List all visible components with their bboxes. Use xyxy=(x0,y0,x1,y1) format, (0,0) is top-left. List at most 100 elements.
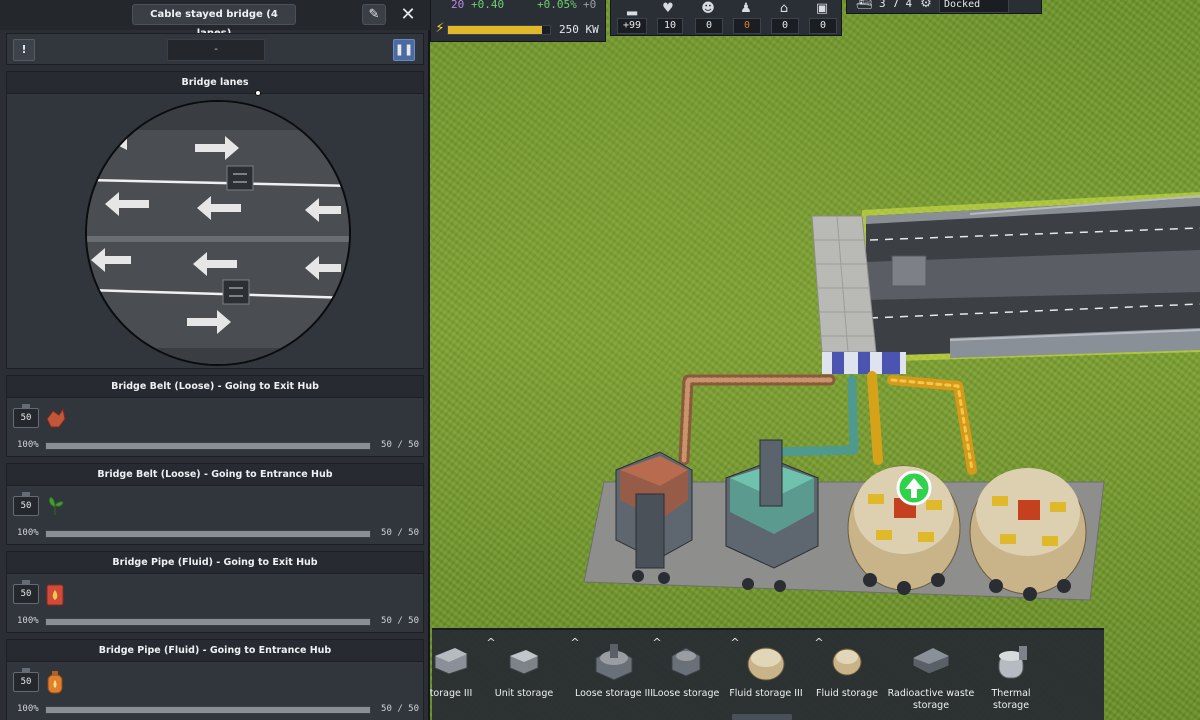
lanes-diagram xyxy=(87,102,349,364)
pin-icon[interactable]: ✎ xyxy=(362,4,386,25)
hud-stat-c: +0.05% xyxy=(537,0,577,11)
buffer-bar xyxy=(45,618,371,626)
health-value: 10 xyxy=(657,18,683,34)
buffer-quantity: 50 / 50 xyxy=(373,440,419,450)
buffer-bar xyxy=(45,530,371,538)
buffer-quantity: 50 / 50 xyxy=(373,528,419,538)
food-icon: ▂ xyxy=(627,1,637,16)
bridge-lanes-header: Bridge lanes xyxy=(7,72,423,94)
game-viewport[interactable] xyxy=(430,0,1200,720)
buffer-bar-fill xyxy=(46,443,370,449)
ship-status[interactable]: Docked xyxy=(939,0,1009,13)
buffer-current: 50 xyxy=(381,528,392,538)
quantity-stepper[interactable]: 50 xyxy=(13,580,39,604)
build-item-loose-storage-iii[interactable]: ^ Loose storage III xyxy=(568,630,660,720)
upgrade-caret-icon: ^ xyxy=(652,636,662,649)
housing-value: 0 xyxy=(771,18,799,34)
build-item-label: torage III xyxy=(429,688,473,699)
lane-direction-toggle[interactable] xyxy=(226,165,254,191)
power-bar-fill xyxy=(448,26,542,34)
port-section-1: Bridge Belt (Loose) - Going to Exit Hub … xyxy=(6,375,424,457)
quantity-stepper[interactable]: 50 xyxy=(13,492,39,516)
hud-population-bar: ▂ ♥ ☻ ♟ ⌂ ▣ +99 10 0 0 0 0 xyxy=(610,0,842,36)
loose-plant-icon xyxy=(43,493,67,519)
build-item-fluid-storage[interactable]: ^ Fluid storage xyxy=(812,630,882,720)
port-header: Bridge Pipe (Fluid) - Going to Exit Hub xyxy=(7,552,423,574)
ship-value: 3 7 4 xyxy=(879,0,913,10)
panel-toolbar: ! - ❚❚ xyxy=(6,33,424,65)
build-item-label: Thermal storage xyxy=(991,688,1031,711)
hud-stat-b: +0.40 xyxy=(471,0,505,11)
build-item-label: Loose storage III xyxy=(574,688,654,699)
quantity-stepper[interactable]: 50 xyxy=(13,404,39,428)
power-bar[interactable] xyxy=(447,25,551,35)
fill-percent: 100% xyxy=(17,616,39,626)
build-item-loose-storage[interactable]: ^ Loose storage xyxy=(650,630,722,720)
title-bar[interactable]: Cable stayed bridge (4 lanes) ✎ ✕ xyxy=(0,0,430,39)
bridge-highway[interactable] xyxy=(862,192,1200,362)
hud-stats-bar: 20 +0.40 +0.05% +0 ⚡ 250 KW xyxy=(430,0,606,42)
fill-percent: 100% xyxy=(17,440,39,450)
port-header: Bridge Belt (Loose) - Going to Exit Hub xyxy=(7,376,423,398)
build-item-label: Loose storage xyxy=(652,688,720,699)
red-fuel-canister-icon xyxy=(43,581,67,607)
upgrade-caret-icon: ^ xyxy=(570,636,580,649)
port-section-4: Bridge Pipe (Fluid) - Going to Entrance … xyxy=(6,639,424,720)
health-icon: ♥ xyxy=(662,1,674,16)
buffer-bar xyxy=(45,706,371,714)
bridge-lanes-preview[interactable] xyxy=(85,100,351,366)
port-section-3: Bridge Pipe (Fluid) - Going to Exit Hub … xyxy=(6,551,424,633)
mouse-cursor xyxy=(255,90,261,96)
build-item-unit-storage[interactable]: ^ Unit storage xyxy=(484,630,564,720)
build-item-storage-iii[interactable]: torage III xyxy=(426,630,476,720)
build-item-fluid-storage-iii[interactable]: ^ Fluid storage III xyxy=(728,630,804,720)
build-toolbar: torage III ^ Unit storage ^ Loose storag… xyxy=(430,628,1104,720)
hud-stat-d: +0 xyxy=(583,0,597,11)
status-gear-icon: ⚙ xyxy=(920,0,932,11)
close-icon[interactable]: ✕ xyxy=(396,4,420,25)
conveyor-belts[interactable] xyxy=(678,371,977,475)
buffer-current: 50 xyxy=(381,704,392,714)
build-item-thermal-storage[interactable]: Thermal storage xyxy=(972,630,1050,720)
buffer-max: / 50 xyxy=(397,440,419,450)
build-item-label: Unit storage xyxy=(494,688,554,699)
housing-icon: ⌂ xyxy=(779,1,789,16)
hud-stat-a: 20 xyxy=(451,0,465,11)
port-header: Bridge Belt (Loose) - Going to Entrance … xyxy=(7,464,423,486)
bridge-lanes-section: Bridge lanes xyxy=(6,71,424,369)
buffer-quantity: 50 / 50 xyxy=(373,704,419,714)
unity-icon: ♟ xyxy=(740,1,752,16)
workers-icon: ☻ xyxy=(701,1,715,16)
buffer-current: 50 xyxy=(381,440,392,450)
upgrade-caret-icon: ^ xyxy=(486,636,496,649)
buffer-current: 50 xyxy=(381,616,392,626)
unity-value: 0 xyxy=(733,18,761,34)
workers-value: 0 xyxy=(695,18,723,34)
vehicles-icon: ▣ xyxy=(815,1,829,16)
upgrade-arrow-icon[interactable] xyxy=(896,470,932,506)
lane-direction-toggle-2[interactable] xyxy=(222,279,250,305)
toolbar-drag-handle[interactable] xyxy=(732,714,792,720)
fill-percent: 100% xyxy=(17,528,39,538)
buffer-max: / 50 xyxy=(397,528,419,538)
bridge-inspector-panel: Cable stayed bridge (4 lanes) ✎ ✕ ! - ❚❚… xyxy=(0,0,430,720)
pause-icon[interactable]: ❚❚ xyxy=(393,39,415,61)
upgrade-caret-icon: ^ xyxy=(814,636,824,649)
build-item-label: Radioactive waste storage xyxy=(887,688,975,711)
quantity-stepper[interactable]: 50 xyxy=(13,668,39,692)
fill-percent: 100% xyxy=(17,704,39,714)
buffer-max: / 50 xyxy=(397,704,419,714)
hud-ship-bar: ⛴ 3 7 4 ⚙ Docked xyxy=(846,0,1042,14)
upgrade-caret-icon: ^ xyxy=(730,636,740,649)
window-title: Cable stayed bridge (4 lanes) xyxy=(132,4,296,39)
loose-rock-icon xyxy=(43,405,67,431)
power-value: 250 KW xyxy=(559,23,599,36)
buffer-bar xyxy=(45,442,371,450)
buffer-max: / 50 xyxy=(397,616,419,626)
build-item-radioactive-waste-storage[interactable]: Radioactive waste storage xyxy=(884,630,978,720)
priority-icon[interactable]: ! xyxy=(13,39,35,61)
buffer-quantity: 50 / 50 xyxy=(373,616,419,626)
build-item-label: Fluid storage xyxy=(816,688,878,699)
notes-field[interactable]: - xyxy=(167,39,265,61)
food-value: +99 xyxy=(617,18,647,34)
